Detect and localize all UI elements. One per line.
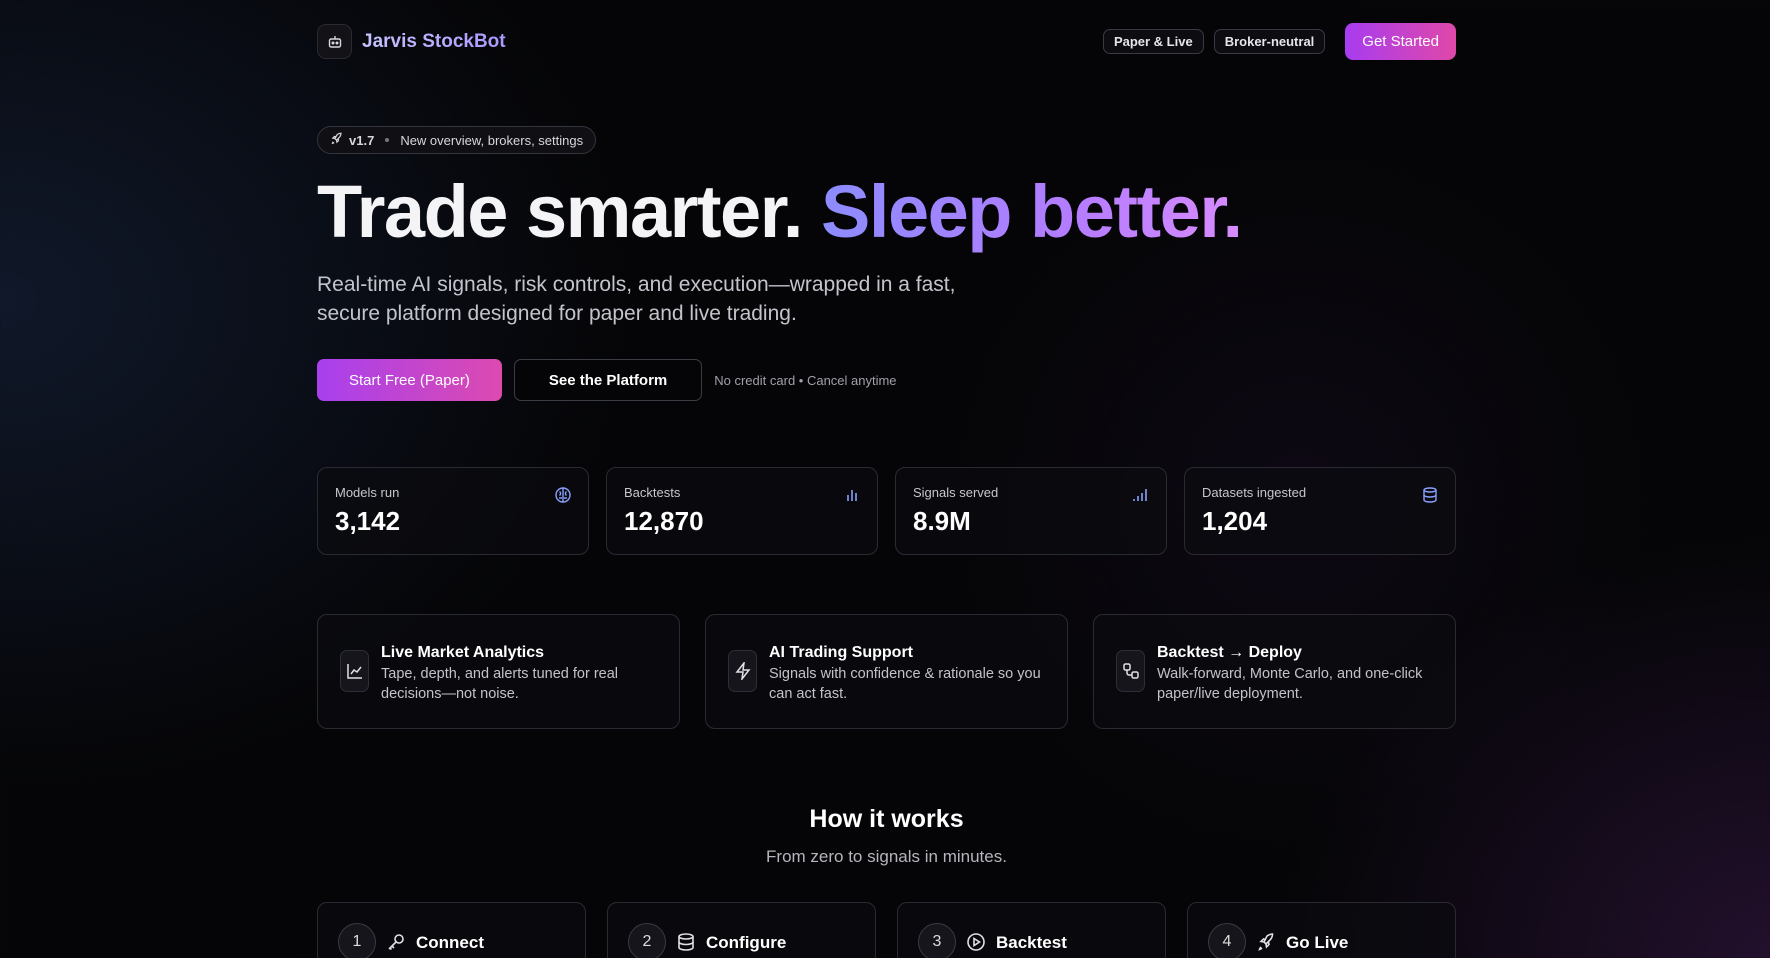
badge-paper-live: Paper & Live bbox=[1102, 29, 1204, 54]
step-card[interactable]: 2 Configure bbox=[607, 902, 876, 958]
feature-desc: Signals with confidence & rationale so y… bbox=[769, 666, 1041, 702]
stat-card: Datasets ingested 1,204 bbox=[1184, 467, 1456, 555]
steps-row: 1 Connect 2 Configure 3 Backtest 4 Go Li… bbox=[317, 902, 1456, 958]
nav-right: Paper & Live Broker-neutral Get Started bbox=[1102, 23, 1456, 60]
headline-plain: Trade smarter. bbox=[317, 170, 803, 253]
lightning-icon bbox=[728, 650, 757, 692]
headline-gradient: Sleep better. bbox=[821, 170, 1243, 253]
stats-row: Models run 3,142 Backtests 12,870 Signal… bbox=[317, 467, 1456, 555]
feature-card: Live Market Analytics Tape, depth, and a… bbox=[317, 614, 680, 729]
release-badge[interactable]: v1.7 New overview, brokers, settings bbox=[317, 126, 597, 154]
key-icon bbox=[388, 934, 404, 951]
brain-icon bbox=[555, 487, 571, 503]
stat-value: 1,204 bbox=[1202, 506, 1268, 536]
signal-bars-icon bbox=[1133, 489, 1147, 501]
step-number: 1 bbox=[338, 923, 376, 958]
see-platform-button[interactable]: See the Platform bbox=[513, 359, 703, 401]
stat-label: Datasets ingested bbox=[1202, 485, 1307, 500]
stat-value: 12,870 bbox=[624, 506, 704, 536]
stat-label: Backtests bbox=[624, 485, 681, 500]
badge-broker-neutral: Broker-neutral bbox=[1213, 29, 1326, 54]
feature-title: Live Market Analytics bbox=[381, 644, 545, 661]
stat-label: Models run bbox=[335, 485, 400, 500]
feature-desc: Walk-forward, Monte Carlo, and one-click… bbox=[1157, 666, 1423, 702]
how-it-works-title: How it works bbox=[809, 805, 964, 833]
stat-value: 3,142 bbox=[335, 506, 401, 536]
feature-title: AI Trading Support bbox=[769, 644, 913, 661]
stat-label: Signals served bbox=[913, 485, 999, 500]
separator-dot bbox=[385, 138, 390, 142]
step-number: 2 bbox=[628, 923, 666, 958]
robot-icon bbox=[317, 24, 352, 59]
top-nav: Jarvis StockBot Paper & Live Broker-neut… bbox=[317, 23, 1456, 61]
feature-card: AI Trading Support Signals with confiden… bbox=[705, 614, 1068, 729]
stat-card: Signals served 8.9M bbox=[895, 467, 1167, 555]
step-label: Go Live bbox=[1286, 933, 1349, 952]
stat-card: Models run 3,142 bbox=[317, 467, 589, 555]
step-card[interactable]: 1 Connect bbox=[317, 902, 586, 958]
stat-value: 8.9M bbox=[913, 506, 971, 536]
release-version: v1.7 bbox=[349, 132, 375, 148]
stat-card: Backtests 12,870 bbox=[606, 467, 878, 555]
feature-desc: Tape, depth, and alerts tuned for real d… bbox=[381, 666, 618, 702]
brand-name: Jarvis StockBot bbox=[362, 30, 506, 52]
cta-note: No credit card • Cancel anytime bbox=[714, 372, 897, 388]
database-icon bbox=[1423, 487, 1437, 503]
brand[interactable]: Jarvis StockBot bbox=[317, 24, 506, 59]
hero-headline: Trade smarter. Sleep better. bbox=[317, 170, 1243, 253]
line-chart-icon bbox=[340, 650, 369, 692]
rocket-icon bbox=[1258, 933, 1274, 951]
bar-chart-icon bbox=[847, 490, 857, 501]
get-started-button[interactable]: Get Started bbox=[1345, 23, 1456, 60]
database-icon bbox=[678, 933, 694, 951]
workflow-icon bbox=[1116, 650, 1145, 692]
release-note: New overview, brokers, settings bbox=[400, 132, 584, 148]
step-card[interactable]: 3 Backtest bbox=[897, 902, 1166, 958]
step-number: 4 bbox=[1208, 923, 1246, 958]
feature-card: Backtest → Deploy Walk-forward, Monte Ca… bbox=[1093, 614, 1456, 729]
play-circle-icon bbox=[967, 933, 985, 951]
hero-subtitle: Real-time AI signals, risk controls, and… bbox=[317, 273, 956, 325]
step-label: Configure bbox=[706, 933, 787, 952]
feature-title: Backtest → Deploy bbox=[1157, 644, 1302, 661]
step-label: Backtest bbox=[996, 933, 1067, 952]
how-it-works-subtitle: From zero to signals in minutes. bbox=[766, 847, 1007, 866]
rocket-icon bbox=[330, 132, 343, 148]
step-card[interactable]: 4 Go Live bbox=[1187, 902, 1456, 958]
start-free-button[interactable]: Start Free (Paper) bbox=[317, 359, 502, 401]
hero-ctas: Start Free (Paper) See the Platform No c… bbox=[317, 359, 897, 401]
step-number: 3 bbox=[918, 923, 956, 958]
features-row: Live Market Analytics Tape, depth, and a… bbox=[317, 614, 1456, 729]
step-label: Connect bbox=[416, 933, 484, 952]
